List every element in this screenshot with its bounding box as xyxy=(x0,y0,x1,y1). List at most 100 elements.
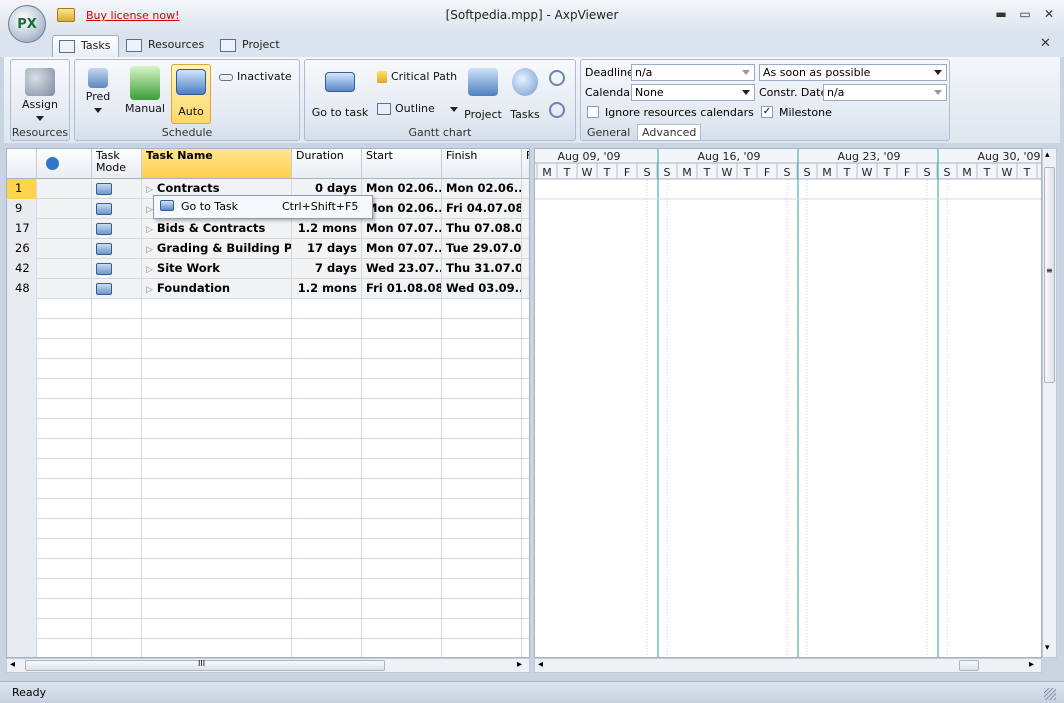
finish-cell[interactable]: Wed 03.09... xyxy=(442,279,522,299)
grid-cell[interactable] xyxy=(522,239,529,259)
start-cell[interactable]: Fri 01.08.08 xyxy=(362,279,442,299)
tab-project[interactable]: Project xyxy=(214,35,288,57)
start-cell[interactable]: Mon 02.06... xyxy=(362,179,442,199)
grid-cell[interactable] xyxy=(292,439,362,459)
finish-cell[interactable]: Thu 31.07.08 xyxy=(442,259,522,279)
grid-cell[interactable] xyxy=(522,219,529,239)
row-id[interactable] xyxy=(7,459,37,479)
grid-cell[interactable] xyxy=(37,419,92,439)
grid-cell[interactable] xyxy=(442,299,522,319)
task-mode-cell[interactable] xyxy=(92,219,142,239)
finish-header[interactable]: Finish xyxy=(442,149,522,179)
grid-cell[interactable] xyxy=(442,319,522,339)
grid-cell[interactable] xyxy=(142,479,292,499)
go-to-task-menu-item[interactable]: Go to Task Ctrl+Shift+F5 xyxy=(154,196,372,218)
grid-cell[interactable] xyxy=(362,299,442,319)
duration-cell[interactable]: 1.2 mons xyxy=(292,219,362,239)
row-id[interactable] xyxy=(7,399,37,419)
grid-cell[interactable] xyxy=(142,339,292,359)
table-row[interactable]: 48 ▷ Foundation 1.2 mons Fri 01.08.08 Wed 03.… xyxy=(7,279,529,299)
expand-icon[interactable]: ▷ xyxy=(146,205,153,215)
grid-cell[interactable] xyxy=(442,599,522,619)
grid-cell[interactable] xyxy=(292,459,362,479)
task-mode-cell[interactable] xyxy=(92,259,142,279)
row-id[interactable] xyxy=(7,559,37,579)
row-id[interactable] xyxy=(7,499,37,519)
grid-cell[interactable] xyxy=(362,599,442,619)
tab-general[interactable]: General xyxy=(587,126,630,139)
grid-cell[interactable] xyxy=(292,419,362,439)
scroll-up-icon[interactable]: ▴ xyxy=(1045,150,1050,160)
row-id[interactable] xyxy=(7,379,37,399)
grid-cell[interactable] xyxy=(142,379,292,399)
empty-table-row[interactable] xyxy=(7,299,529,319)
finish-cell[interactable]: Mon 02.06... xyxy=(442,179,522,199)
grid-cell[interactable] xyxy=(292,539,362,559)
ignore-calendars-checkbox[interactable] xyxy=(587,106,599,118)
grid-cell[interactable] xyxy=(362,559,442,579)
grid-cell[interactable] xyxy=(92,499,142,519)
scroll-down-icon[interactable]: ▾ xyxy=(1045,643,1050,653)
tab-tasks[interactable]: Tasks xyxy=(52,35,120,57)
task-name-cell[interactable]: ▷ Site Work xyxy=(142,259,292,279)
grid-cell[interactable] xyxy=(37,339,92,359)
grid-cell[interactable] xyxy=(142,439,292,459)
grid-cell[interactable] xyxy=(92,419,142,439)
grid-cell[interactable] xyxy=(92,459,142,479)
grid-cell[interactable] xyxy=(37,379,92,399)
table-row[interactable]: 26 ▷ Grading & Building P... 17 days Mon 07.… xyxy=(7,239,529,259)
row-id[interactable]: 17 xyxy=(7,219,37,239)
grid-cell[interactable] xyxy=(292,379,362,399)
task-name-header[interactable]: Task Name xyxy=(142,149,292,179)
gantt-scroll-thumb[interactable] xyxy=(959,660,979,671)
row-id[interactable] xyxy=(7,599,37,619)
grid-cell[interactable] xyxy=(292,619,362,639)
application-menu-button[interactable]: PX xyxy=(8,5,46,43)
grid-cell[interactable] xyxy=(92,539,142,559)
grid-cell[interactable] xyxy=(362,579,442,599)
grid-cell[interactable] xyxy=(442,519,522,539)
grid-cell[interactable] xyxy=(292,319,362,339)
grid-scroll-thumb[interactable]: III xyxy=(25,659,385,671)
grid-cell[interactable] xyxy=(92,299,142,319)
grid-cell[interactable] xyxy=(37,539,92,559)
vertical-scroll-thumb[interactable]: ≡ xyxy=(1044,167,1055,383)
grid-cell[interactable] xyxy=(522,559,529,579)
grid-cell[interactable] xyxy=(362,439,442,459)
grid-cell[interactable] xyxy=(292,339,362,359)
empty-table-row[interactable] xyxy=(7,459,529,479)
grid-cell[interactable] xyxy=(292,479,362,499)
grid-cell[interactable] xyxy=(442,419,522,439)
grid-cell[interactable] xyxy=(522,599,529,619)
grid-cell[interactable] xyxy=(37,459,92,479)
grid-cell[interactable] xyxy=(92,519,142,539)
grid-cell[interactable] xyxy=(362,479,442,499)
critical-path-button[interactable]: Critical Path xyxy=(377,70,463,83)
grid-cell[interactable] xyxy=(522,619,529,639)
empty-table-row[interactable] xyxy=(7,559,529,579)
row-id[interactable] xyxy=(7,479,37,499)
grid-cell[interactable] xyxy=(37,579,92,599)
grid-cell[interactable] xyxy=(92,399,142,419)
row-id[interactable]: 26 xyxy=(7,239,37,259)
task-mode-cell[interactable] xyxy=(92,239,142,259)
grid-cell[interactable] xyxy=(442,339,522,359)
grid-cell[interactable] xyxy=(292,299,362,319)
duration-cell[interactable]: 7 days xyxy=(292,259,362,279)
empty-table-row[interactable] xyxy=(7,619,529,639)
row-id[interactable] xyxy=(7,619,37,639)
grid-cell[interactable] xyxy=(522,299,529,319)
grid-cell[interactable] xyxy=(442,379,522,399)
row-id[interactable] xyxy=(7,639,37,657)
scroll-left-icon[interactable]: ◂ xyxy=(538,659,543,670)
grid-cell[interactable] xyxy=(292,519,362,539)
row-id[interactable] xyxy=(7,579,37,599)
indicators-header[interactable] xyxy=(37,149,92,179)
resize-grip-icon[interactable] xyxy=(1044,688,1056,700)
start-cell[interactable]: Wed 23.07... xyxy=(362,259,442,279)
grid-cell[interactable] xyxy=(142,399,292,419)
gantt-chart[interactable]: MTWTFSSMTWTFSSMTWTFSSMTWTFAug 09, '09Aug… xyxy=(534,148,1042,658)
task-name-cell[interactable]: ▷ Grading & Building P... xyxy=(142,239,292,259)
row-id[interactable]: 9 xyxy=(7,199,37,219)
expand-icon[interactable]: ▷ xyxy=(146,265,153,275)
